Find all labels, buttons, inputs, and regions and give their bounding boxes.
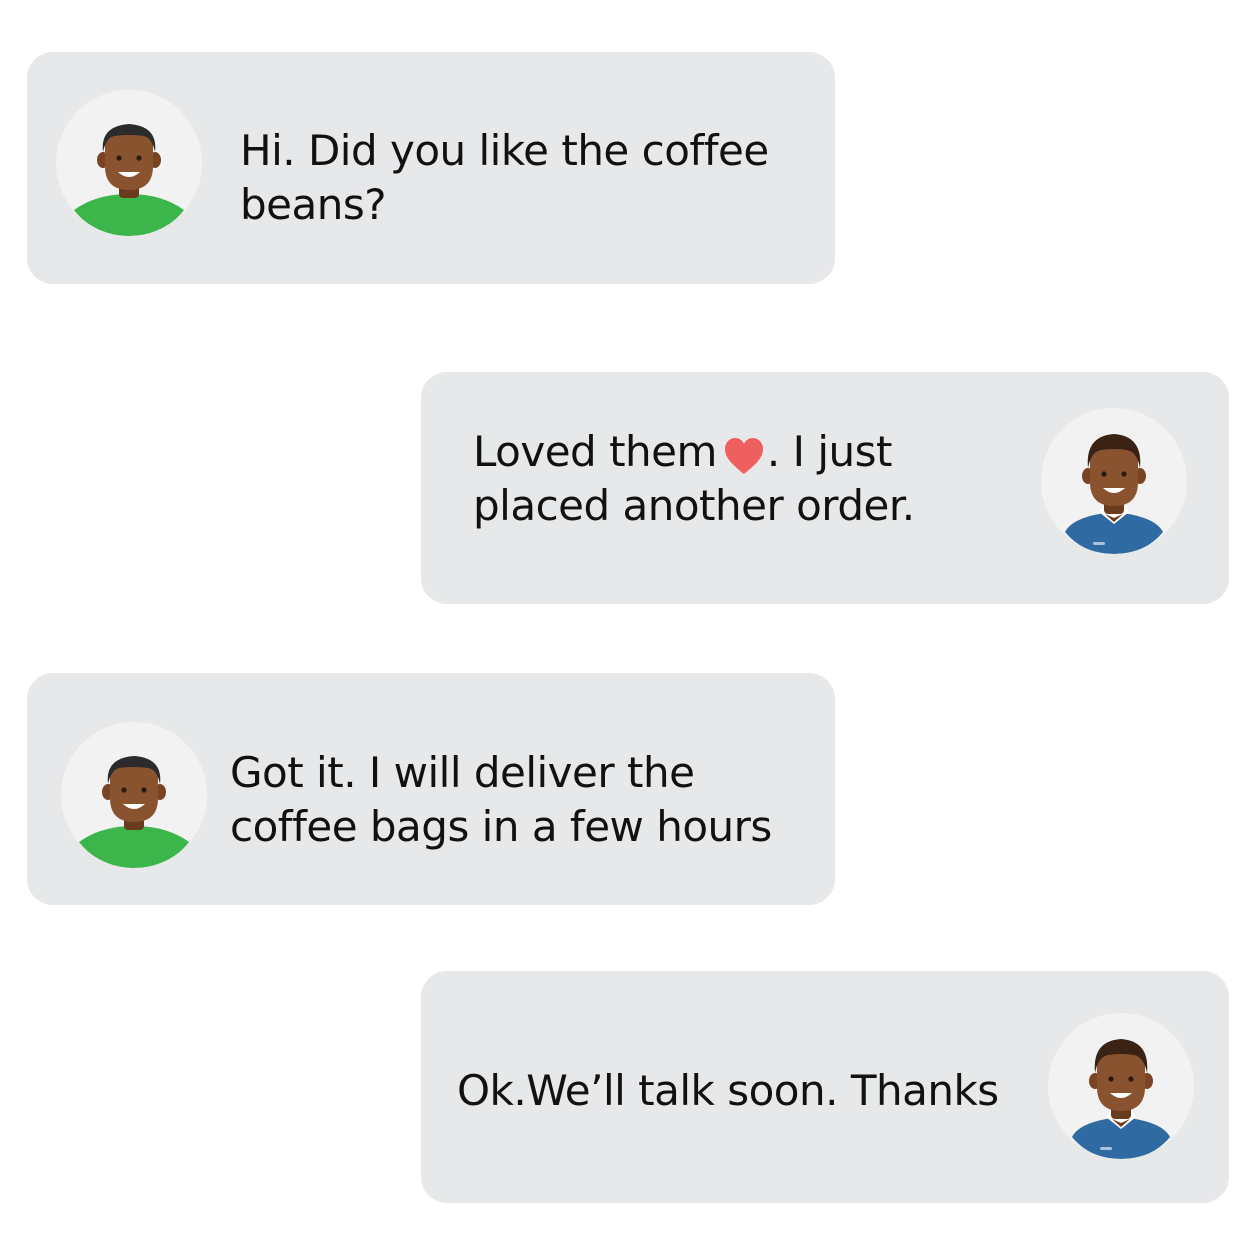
message-text: Got it. I will deliver the coffee bags i…	[230, 746, 772, 854]
message-text: Hi. Did you like the coffee beans?	[240, 124, 769, 232]
customer-avatar-icon	[56, 90, 202, 236]
message-text: Ok.We’ll talk soon. Thanks	[457, 1064, 999, 1118]
message-line: Loved them . I just	[473, 425, 915, 479]
message-text: Loved them . I just placed another order.	[473, 425, 915, 533]
chat-bubble-outgoing: Loved them . I just placed another order.	[421, 372, 1229, 604]
message-line: Ok.We’ll talk soon. Thanks	[457, 1066, 999, 1115]
message-line: beans?	[240, 180, 387, 229]
message-fragment: Loved them	[473, 427, 717, 476]
chat-bubble-incoming: Got it. I will deliver the coffee bags i…	[27, 673, 835, 905]
message-fragment: . I just	[766, 427, 893, 476]
user-avatar-icon	[1041, 408, 1187, 554]
message-line: coffee bags in a few hours	[230, 802, 772, 851]
customer-avatar-icon	[61, 722, 207, 868]
heart-icon	[724, 438, 763, 474]
message-line: placed another order.	[473, 481, 915, 530]
message-line: Hi. Did you like the coffee	[240, 126, 769, 175]
user-avatar-icon	[1048, 1013, 1194, 1159]
message-line: Got it. I will deliver the	[230, 748, 695, 797]
chat-bubble-outgoing: Ok.We’ll talk soon. Thanks	[421, 971, 1229, 1203]
chat-bubble-incoming: Hi. Did you like the coffee beans?	[27, 52, 835, 284]
